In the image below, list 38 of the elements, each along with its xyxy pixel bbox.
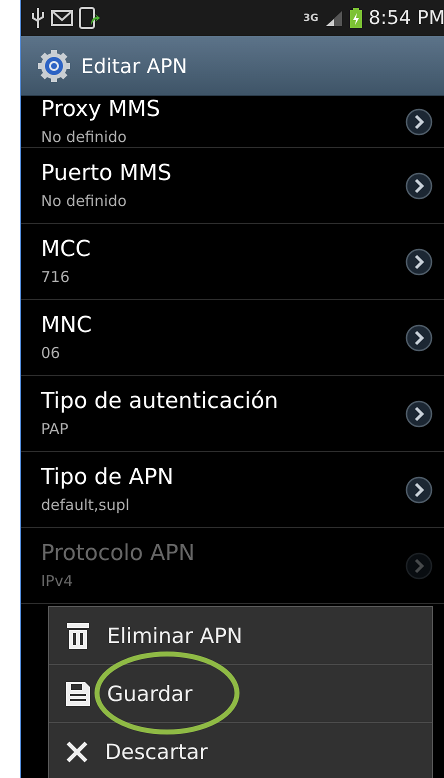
battery-charging-icon [350, 8, 362, 28]
gear-icon [37, 48, 71, 82]
setting-title: Tipo de autenticación [41, 389, 280, 414]
chevron-right-icon [405, 108, 433, 136]
setting-value: PAP [41, 420, 70, 438]
network-type-label: 3G [303, 12, 318, 24]
mail-icon [51, 10, 73, 26]
setting-value: default,supl [41, 496, 131, 514]
setting-row[interactable]: MCC 716 [21, 224, 444, 300]
setting-value: 06 [41, 344, 62, 362]
trash-icon [65, 622, 91, 650]
setting-title: Proxy MMS [41, 97, 162, 122]
chevron-right-icon [405, 400, 433, 428]
signal-icon [324, 9, 344, 27]
setting-value: No definido [41, 128, 128, 146]
chevron-right-icon [405, 248, 433, 276]
chevron-right-icon [405, 324, 433, 352]
setting-title: MCC [41, 237, 92, 262]
setting-row[interactable]: MNC 06 [21, 300, 444, 376]
setting-value: 716 [41, 268, 71, 286]
setting-row[interactable]: Tipo de APN default,supl [21, 452, 444, 528]
setting-row[interactable]: Puerto MMS No definido [21, 148, 444, 224]
setting-title: Puerto MMS [41, 161, 172, 186]
chevron-right-icon [405, 552, 433, 580]
setting-title: Tipo de APN [41, 465, 175, 490]
phone-upload-icon [79, 7, 101, 29]
setting-row[interactable]: Tipo de autenticación PAP [21, 376, 444, 452]
usb-icon [31, 7, 45, 29]
screen-title: Editar APN [81, 54, 188, 78]
clock-time: 8:54 PM [368, 7, 444, 29]
chevron-right-icon [405, 476, 433, 504]
setting-title: Protocolo APN [41, 541, 196, 566]
setting-title: MNC [41, 313, 93, 338]
setting-row[interactable]: Proxy MMS No definido [21, 96, 444, 148]
setting-value: No definido [41, 192, 128, 210]
chevron-right-icon [405, 172, 433, 200]
close-icon [65, 740, 89, 764]
setting-value: IPv4 [41, 572, 74, 590]
